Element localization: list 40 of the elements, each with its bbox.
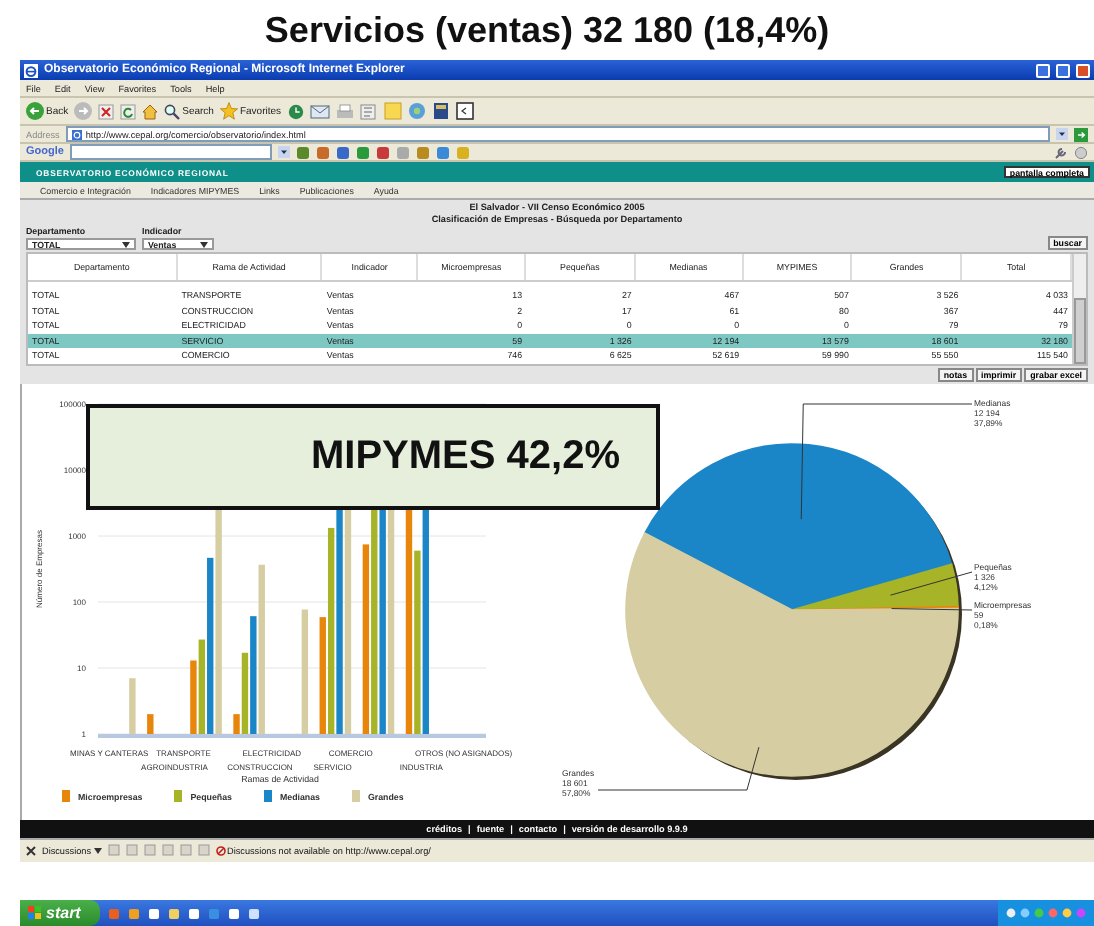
settings-icon[interactable] xyxy=(1074,145,1088,159)
leader-line xyxy=(890,570,973,595)
slide-title: Servicios (ventas) 32 180 (18,4%) xyxy=(264,9,830,51)
browser-icon xyxy=(24,63,38,77)
start-button[interactable]: start xyxy=(20,900,101,926)
window-icon[interactable] xyxy=(455,102,474,120)
history-icon[interactable] xyxy=(287,103,304,119)
caret-icon xyxy=(93,847,102,853)
minimize-button[interactable] xyxy=(1036,63,1050,77)
wrench-icon[interactable] xyxy=(1054,145,1068,159)
edit-icon[interactable] xyxy=(359,103,378,119)
maximize-button[interactable] xyxy=(1056,63,1070,77)
no-entry-icon xyxy=(215,845,226,855)
star-icon xyxy=(219,102,238,120)
mail-icon[interactable] xyxy=(309,103,330,119)
close-button[interactable] xyxy=(1076,63,1090,77)
google-search-field[interactable] xyxy=(69,144,272,160)
note-icon[interactable] xyxy=(383,102,402,120)
refresh-icon[interactable] xyxy=(120,103,137,119)
stop-icon[interactable] xyxy=(98,103,115,119)
close-icon[interactable] xyxy=(26,845,36,855)
callout-box: MIPYMES 42,2% xyxy=(86,403,660,509)
dropdown-arrow-icon xyxy=(200,241,208,247)
scrollbar[interactable] xyxy=(1072,254,1086,363)
dropdown-arrow-icon[interactable] xyxy=(277,146,290,158)
bar xyxy=(129,677,136,733)
back-arrow-icon xyxy=(26,102,44,120)
home-icon[interactable] xyxy=(142,103,159,119)
bar xyxy=(301,608,309,733)
book-icon[interactable] xyxy=(431,102,450,120)
dropdown-arrow-icon[interactable] xyxy=(1056,128,1068,140)
go-arrow-icon[interactable] xyxy=(1074,127,1088,141)
leader-line xyxy=(891,607,973,610)
search-icon xyxy=(164,103,181,119)
bar xyxy=(147,713,154,733)
page-icon xyxy=(71,129,82,139)
dropdown-arrow-icon xyxy=(122,241,130,247)
windows-logo-icon xyxy=(28,906,42,920)
printer-icon[interactable] xyxy=(335,103,354,119)
forward-arrow-icon[interactable] xyxy=(74,102,93,120)
